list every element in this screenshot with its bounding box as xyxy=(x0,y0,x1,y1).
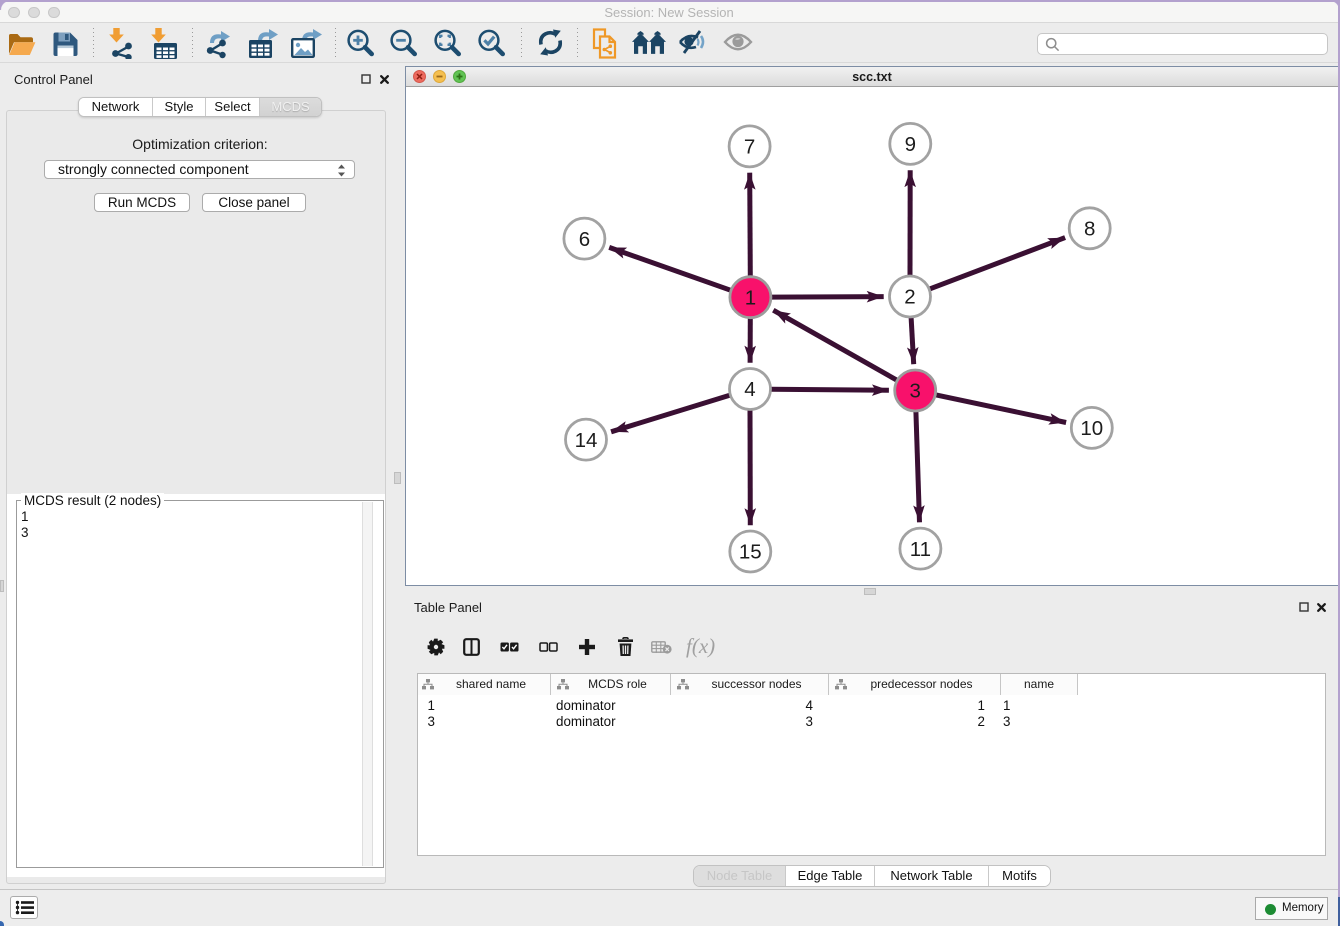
svg-text:4: 4 xyxy=(744,378,755,401)
svg-text:14: 14 xyxy=(575,429,598,452)
svg-text:15: 15 xyxy=(739,541,762,564)
svg-text:11: 11 xyxy=(910,538,931,561)
svg-text:7: 7 xyxy=(744,136,755,159)
svg-text:9: 9 xyxy=(905,133,916,156)
svg-text:3: 3 xyxy=(909,380,920,403)
svg-text:10: 10 xyxy=(1080,417,1103,440)
svg-text:6: 6 xyxy=(579,228,590,251)
svg-text:8: 8 xyxy=(1084,218,1095,241)
svg-text:2: 2 xyxy=(904,286,915,309)
svg-text:1: 1 xyxy=(745,286,756,309)
